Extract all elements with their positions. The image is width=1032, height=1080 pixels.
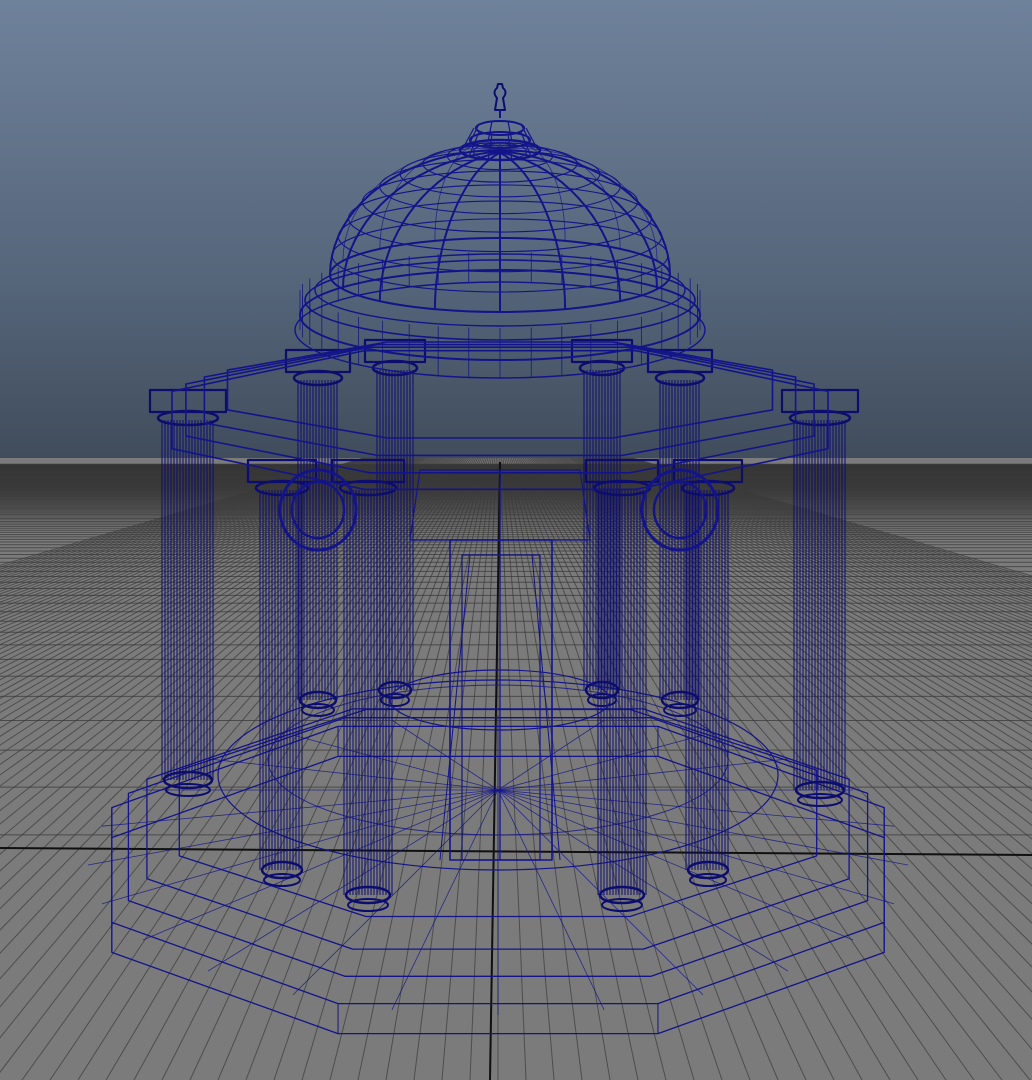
viewport-canvas[interactable]: [0, 0, 1032, 1080]
3d-viewport[interactable]: [0, 0, 1032, 1080]
viewport-background: [0, 0, 1032, 470]
